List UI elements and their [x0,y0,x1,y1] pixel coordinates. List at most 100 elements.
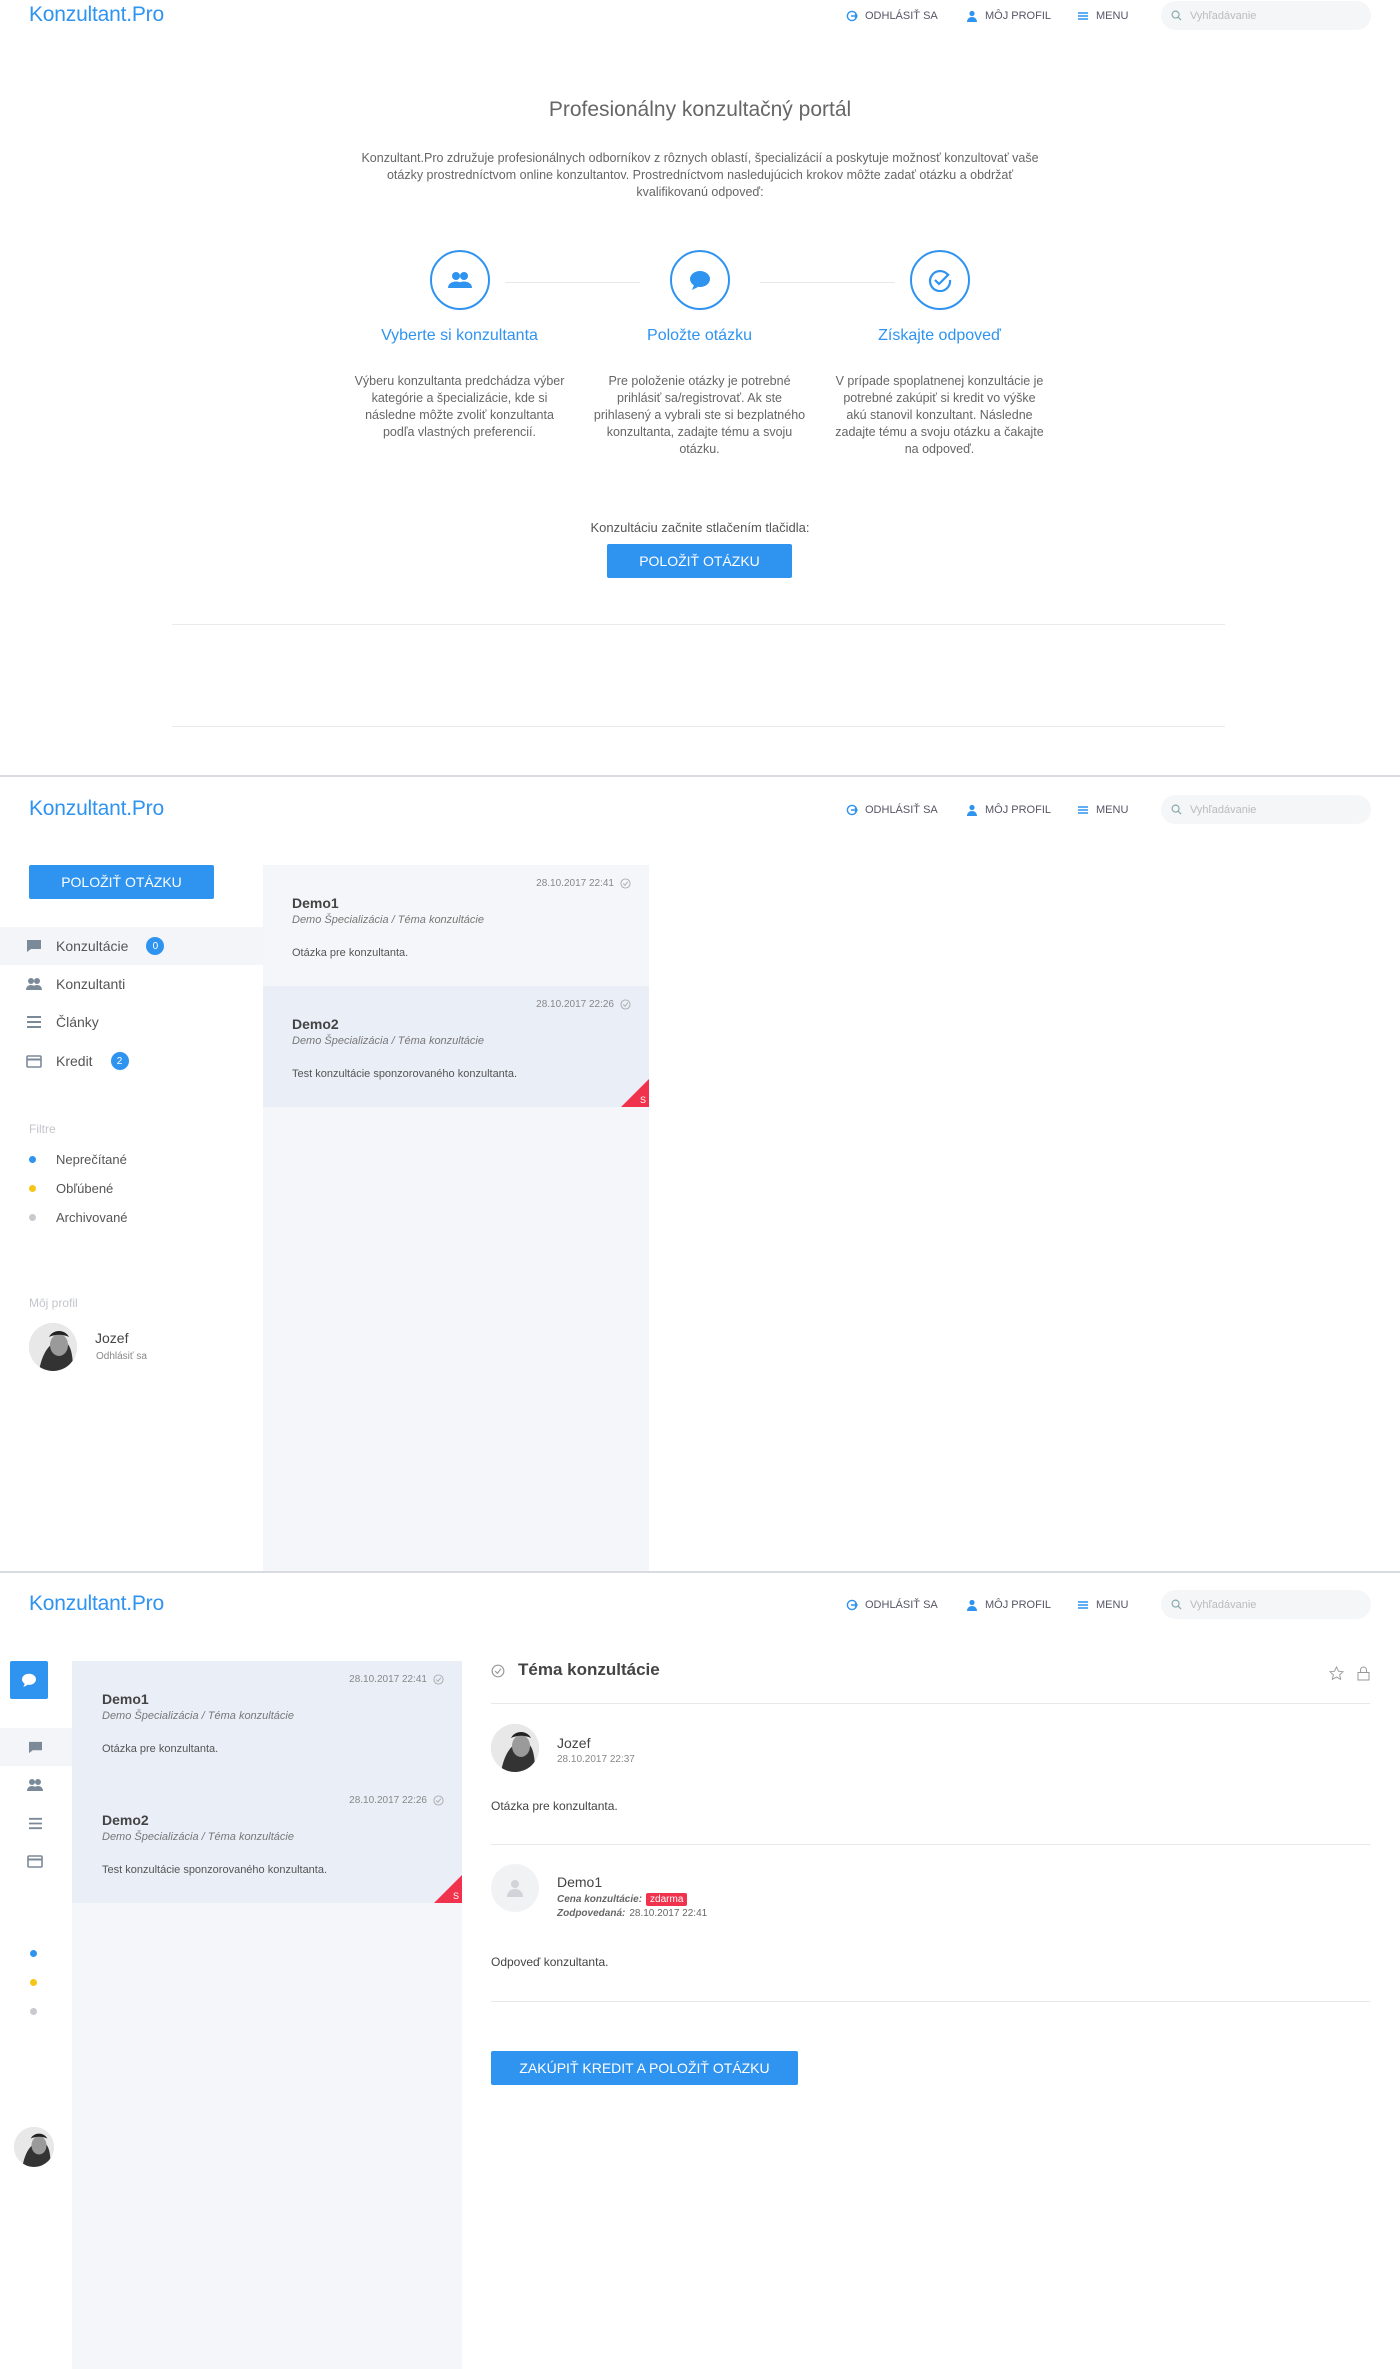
card-body: Otázka pre konzultanta. [292,947,409,959]
card-date: 28.10.2017 22:41 [536,878,631,889]
buy-credit-button[interactable]: ZAKÚPIŤ KREDIT A POLOŽIŤ OTÁZKU [491,2051,798,2085]
hamburger-icon [1078,12,1088,20]
search-input[interactable] [1190,1598,1350,1611]
divider [491,1703,1370,1704]
top-header: Konzultant.Pro ODHLÁSIŤ SA MÔJ PROFIL ME… [0,1574,1400,1619]
favorite-dot [29,1185,36,1192]
card-date: 28.10.2017 22:26 [536,999,631,1010]
avatar[interactable] [29,1323,77,1371]
logo[interactable]: Konzultant.Pro [29,1592,164,1616]
sidebar-item-kredit[interactable]: Kredit 2 [0,1042,263,1080]
count-badge: 2 [110,1052,129,1070]
check-circle-icon [620,878,631,889]
top-header: Konzultant.Pro ODHLÁSIŤ SA MÔJ PROFIL ME… [0,0,1400,34]
user-photo [491,1724,539,1772]
date-text: 28.10.2017 22:41 [536,878,614,889]
search-input[interactable] [1190,803,1350,816]
consultation-card[interactable]: 28.10.2017 22:41 Demo1 Demo Špecializáci… [263,865,649,986]
menu-link[interactable]: MENU [1077,10,1128,22]
consultation-card[interactable]: 28.10.2017 22:26 Demo2 Demo Špecializáci… [263,986,649,1107]
user-placeholder-icon [507,1880,523,1897]
menu-label: MENU [1096,1599,1129,1611]
lock-icon[interactable] [1357,1666,1370,1681]
card-date: 28.10.2017 22:41 [349,1674,444,1685]
user-logout-link[interactable]: Odhlásiť sa [96,1351,147,1362]
check-circle-icon [491,1664,505,1678]
filter-archived[interactable]: Archivované [29,1210,128,1225]
logout-link[interactable]: ODHLÁSIŤ SA [846,1599,938,1611]
divider [491,2001,1370,2002]
consultation-card[interactable]: 28.10.2017 22:26 Demo2 Demo Špecializáci… [72,1782,462,1903]
answer-price-row: Cena konzultácie: zdarma [557,1893,688,1906]
filter-favorites-dot[interactable] [30,1979,37,1986]
logo[interactable]: Konzultant.Pro [29,797,164,821]
my-profile-label: MÔJ PROFIL [985,1599,1052,1611]
question-author: Jozef [557,1735,591,1751]
step-description: V prípade spoplatnenej konzultácie je po… [835,374,1044,456]
my-profile-link[interactable]: MÔJ PROFIL [966,804,1051,816]
filter-unread[interactable]: Neprečítané [29,1152,127,1167]
search-icon [1171,804,1182,815]
step-title: Získajte odpoveď [878,327,1001,344]
hamburger-icon [1078,1601,1088,1609]
question-text: Otázka pre konzultanta. [491,1799,618,1813]
logout-link[interactable]: ODHLÁSIŤ SA [846,10,938,22]
list-icon [27,1016,41,1028]
sidebar-item-label: Články [56,1014,99,1030]
user-name: Jozef [95,1330,129,1346]
user-icon [967,10,977,22]
card-title: Demo2 [102,1812,149,1828]
users-icon[interactable] [25,1775,45,1795]
logout-icon [846,804,858,816]
consultation-card[interactable]: 28.10.2017 22:41 Demo1 Demo Špecializáci… [72,1661,462,1782]
search-icon [1171,1599,1182,1610]
logout-label: ODHLÁSIŤ SA [865,1599,938,1611]
check-circle-icon [620,999,631,1010]
my-profile-link[interactable]: MÔJ PROFIL [966,1599,1051,1611]
search-input[interactable] [1190,9,1350,22]
speech-bubble-icon [689,271,710,290]
sidebar-item-konzultacie[interactable] [0,1728,72,1766]
consultation-list: 28.10.2017 22:41 Demo1 Demo Špecializáci… [72,1661,462,2369]
step-get-answer: Získajte odpoveď V prípade spoplatnenej … [832,250,1047,458]
search-box[interactable] [1161,795,1371,824]
user-photo [29,1323,77,1371]
step-circle [429,250,490,310]
user-icon [967,804,977,816]
credit-card-icon[interactable] [25,1851,45,1871]
hamburger-icon [1078,806,1088,814]
filter-label: Archivované [56,1210,128,1225]
answered-date: 28.10.2017 22:41 [629,1908,708,1919]
search-box[interactable] [1161,1,1371,30]
list-icon[interactable] [25,1813,45,1833]
card-body: Otázka pre konzultanta. [102,1743,219,1755]
ask-question-button[interactable]: POLOŽIŤ OTÁZKU [607,544,792,578]
logo[interactable]: Konzultant.Pro [29,3,164,27]
card-subtitle: Demo Špecializácia / Téma konzultácie [292,1035,484,1047]
price-label: Cena konzultácie: [557,1894,643,1905]
star-icon[interactable] [1329,1666,1344,1681]
step-description: Pre položenie otázky je potrebné prihlás… [593,374,806,456]
sidebar-item-clanky[interactable]: Články [0,1003,263,1041]
sidebar-item-konzultanti[interactable]: Konzultanti [0,965,263,1003]
logout-label: ODHLÁSIŤ SA [865,10,938,22]
filter-unread-dot[interactable] [30,1950,37,1957]
filter-favorites[interactable]: Obľúbené [29,1181,113,1196]
intro-text: Konzultant.Pro združuje profesionálnych … [361,151,1039,199]
ask-question-button[interactable]: POLOŽIŤ OTÁZKU [29,865,214,899]
filter-archived-dot[interactable] [30,2008,37,2015]
sponsored-mark: S [639,1095,646,1105]
answered-label: Zodpovedaná: [557,1908,626,1919]
ask-question-button[interactable] [10,1661,48,1699]
search-box[interactable] [1161,1590,1371,1619]
check-circle-icon [928,270,951,292]
sidebar-item-konzultacie[interactable]: Konzultácie 0 [0,927,263,965]
menu-link[interactable]: MENU [1077,1599,1128,1611]
logout-icon [846,10,858,22]
logout-link[interactable]: ODHLÁSIŤ SA [846,804,938,816]
my-profile-link[interactable]: MÔJ PROFIL [966,10,1051,22]
menu-link[interactable]: MENU [1077,804,1128,816]
user-icon [967,1599,977,1611]
card-body: Test konzultácie sponzorovaného konzulta… [292,1068,518,1080]
avatar[interactable] [14,2127,54,2167]
